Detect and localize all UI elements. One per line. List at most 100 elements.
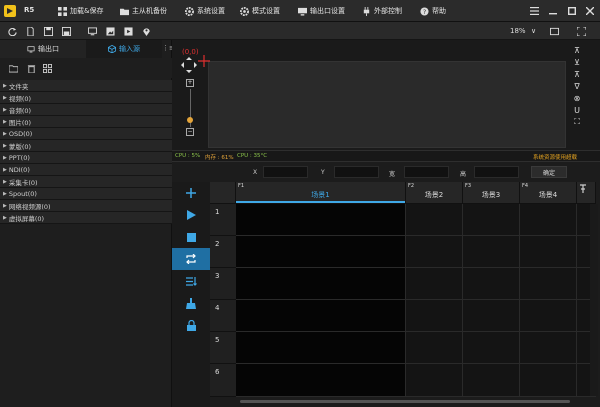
fullscreen-button[interactable]: [575, 25, 587, 37]
preview-canvas[interactable]: [208, 61, 566, 148]
tab-output[interactable]: 输出口: [0, 40, 86, 58]
scene-cell[interactable]: [406, 332, 463, 364]
scene-header-1[interactable]: F1 场景1: [236, 182, 406, 204]
display-button[interactable]: [86, 25, 98, 37]
window-menu-button[interactable]: [527, 4, 541, 18]
scene-cell[interactable]: [236, 332, 406, 364]
zoom-level[interactable]: 18%: [510, 27, 526, 35]
add-folder-button[interactable]: [8, 63, 18, 73]
refresh-button[interactable]: [6, 25, 18, 37]
scene-cell[interactable]: [463, 204, 520, 236]
fit-screen-button[interactable]: [548, 25, 560, 37]
clear-button[interactable]: [172, 292, 210, 314]
grid-view-button[interactable]: [42, 63, 52, 73]
add-scene-button[interactable]: [172, 182, 210, 204]
scene-cell[interactable]: [236, 204, 406, 236]
menu-external-control[interactable]: 外部控制: [362, 4, 402, 18]
tab-input[interactable]: 输入源: [86, 40, 162, 58]
x-input[interactable]: [263, 166, 308, 178]
scene-cell[interactable]: [236, 300, 406, 332]
minimize-button[interactable]: [546, 4, 560, 18]
tree-item-spout[interactable]: ▶ Spout(0): [0, 188, 172, 200]
media-icon: [123, 26, 133, 36]
pin-icon[interactable]: [578, 184, 588, 194]
tree-item-folder[interactable]: ▶ 文件夹: [0, 80, 172, 92]
scene-cell[interactable]: [406, 364, 463, 397]
zoom-out-icon[interactable]: −: [186, 128, 194, 136]
import-button[interactable]: [104, 25, 116, 37]
tree-item-ppt[interactable]: ▶ PPT(0): [0, 152, 172, 164]
tree-item-image[interactable]: ▶ 图片(0): [0, 116, 172, 128]
new-file-button[interactable]: [24, 25, 36, 37]
scene-cell[interactable]: [463, 332, 520, 364]
zoom-slider[interactable]: + −: [183, 70, 197, 140]
sort-button[interactable]: [172, 270, 210, 292]
vertical-scrollbar[interactable]: [590, 204, 598, 396]
media-button[interactable]: [122, 25, 134, 37]
align-down-icon[interactable]: ∇: [571, 80, 583, 92]
scene-cell[interactable]: [463, 268, 520, 300]
slider-thumb[interactable]: [187, 117, 193, 123]
scene-grid: F1 场景1 F2 场景2 F3 场景3 F4 场景4 1 2 3 4 5 6: [210, 182, 596, 397]
maximize-button[interactable]: [565, 4, 579, 18]
magnet-icon[interactable]: U: [571, 104, 583, 116]
scene-cell[interactable]: [406, 268, 463, 300]
align-top-icon[interactable]: ⊼: [571, 44, 583, 56]
scene-header-4[interactable]: F4 场景4: [520, 182, 577, 204]
scene-cell[interactable]: [520, 268, 577, 300]
menu-mode-settings[interactable]: 模式设置: [240, 4, 280, 18]
menu-output-settings[interactable]: 输出口设置: [298, 4, 345, 18]
scene-header-2[interactable]: F2 场景2: [406, 182, 463, 204]
cancel-circle-icon[interactable]: ⊗: [571, 92, 583, 104]
expand-icon[interactable]: ⛶: [571, 116, 583, 128]
y-input[interactable]: [334, 166, 379, 178]
scene-cell[interactable]: [406, 300, 463, 332]
scene-cell[interactable]: [406, 204, 463, 236]
save-as-button[interactable]: [60, 25, 72, 37]
confirm-button[interactable]: 确定: [531, 166, 567, 178]
location-button[interactable]: [140, 25, 152, 37]
stop-button[interactable]: [172, 226, 210, 248]
scrollbar-thumb[interactable]: [240, 400, 570, 403]
scene-cell[interactable]: [520, 204, 577, 236]
row-header-5: 5: [210, 332, 236, 364]
delete-button[interactable]: [26, 63, 36, 73]
align-bottom-icon[interactable]: ⊼: [571, 68, 583, 80]
menu-system-settings[interactable]: 系统设置: [185, 4, 225, 18]
scene-cell[interactable]: [236, 364, 406, 397]
tree-item-capture[interactable]: ▶ 采集卡(0): [0, 176, 172, 188]
scene-cell[interactable]: [463, 364, 520, 397]
close-button[interactable]: [583, 4, 597, 18]
menu-help[interactable]: ? 帮助: [420, 4, 446, 18]
tree-item-ndi[interactable]: ▶ NDI(0): [0, 164, 172, 176]
function-key: F1: [238, 183, 245, 189]
scene-cell[interactable]: [236, 268, 406, 300]
tree-item-virtual[interactable]: ▶ 虚拟屏幕(0): [0, 212, 172, 224]
scene-cell[interactable]: [463, 236, 520, 268]
tree-item-network[interactable]: ▶ 网络视频源(0): [0, 200, 172, 212]
zoom-in-icon[interactable]: +: [186, 79, 194, 87]
scene-cell[interactable]: [236, 236, 406, 268]
chevron-down-icon[interactable]: ∨: [531, 27, 536, 35]
scene-cell[interactable]: [520, 332, 577, 364]
align-middle-icon[interactable]: ⊻: [571, 56, 583, 68]
panel-menu-icon[interactable]: ⋮≡: [162, 44, 175, 52]
scene-cell[interactable]: [520, 300, 577, 332]
scene-cell[interactable]: [406, 236, 463, 268]
width-input[interactable]: [404, 166, 449, 178]
tree-item-mask[interactable]: ▶ 蒙版(0): [0, 140, 172, 152]
play-button[interactable]: [172, 204, 210, 226]
scene-header-3[interactable]: F3 场景3: [463, 182, 520, 204]
height-input[interactable]: [474, 166, 519, 178]
loop-button[interactable]: [172, 248, 210, 270]
menu-load-save[interactable]: 加载&保存: [58, 4, 103, 18]
scene-cell[interactable]: [520, 364, 577, 397]
lock-button[interactable]: [172, 314, 210, 336]
scene-cell[interactable]: [520, 236, 577, 268]
save-button[interactable]: [42, 25, 54, 37]
scene-cell[interactable]: [463, 300, 520, 332]
tree-item-video[interactable]: ▶ 视频(0): [0, 92, 172, 104]
tree-item-audio[interactable]: ▶ 音频(0): [0, 104, 172, 116]
menu-backup[interactable]: 主从机备份: [120, 4, 167, 18]
tree-item-osd[interactable]: ▶ OSD(0): [0, 128, 172, 140]
